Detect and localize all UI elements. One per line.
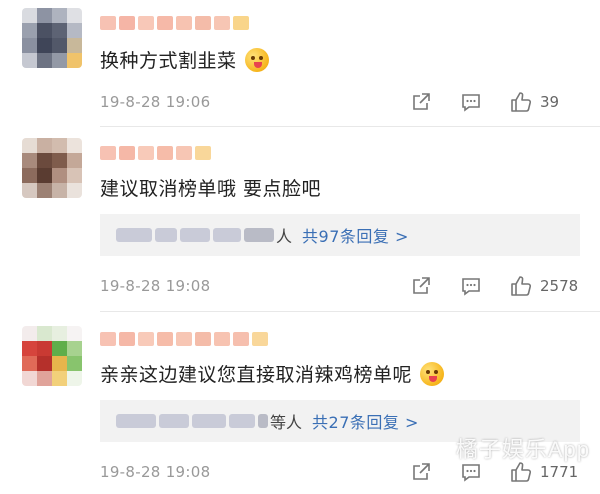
like-icon[interactable] bbox=[510, 275, 532, 297]
watermark: 橘子娱乐App bbox=[455, 437, 590, 462]
comment-actions: 39 bbox=[410, 91, 580, 113]
replier-names-blurred bbox=[116, 414, 268, 428]
reply-suffix: 等人 bbox=[270, 413, 303, 432]
timestamp: 19-8-28 19:06 bbox=[100, 93, 211, 111]
yummy-face-emoji bbox=[244, 47, 269, 72]
comment-actions: 2578 bbox=[410, 275, 580, 297]
comment-text: 换种方式割韭菜 bbox=[100, 46, 269, 73]
view-replies-link[interactable]: 共97条回复 > bbox=[302, 223, 409, 247]
like-icon[interactable] bbox=[510, 461, 532, 483]
like-icon[interactable] bbox=[510, 91, 532, 113]
share-icon[interactable] bbox=[410, 461, 432, 483]
like-count: 39 bbox=[540, 93, 560, 111]
view-replies-link[interactable]: 共27条回复 > bbox=[312, 409, 419, 433]
share-icon[interactable] bbox=[410, 275, 432, 297]
reply-suffix: 人 bbox=[276, 227, 293, 246]
like-count: 1771 bbox=[540, 463, 579, 481]
avatar[interactable] bbox=[22, 8, 82, 68]
comment-text: 亲亲这边建议您直接取消辣鸡榜单呢 bbox=[100, 360, 445, 387]
avatar[interactable] bbox=[22, 138, 82, 198]
like-count: 2578 bbox=[540, 277, 579, 295]
username-blurred[interactable] bbox=[100, 328, 268, 350]
comment-icon[interactable] bbox=[460, 91, 482, 113]
share-icon[interactable] bbox=[410, 91, 432, 113]
avatar[interactable] bbox=[22, 326, 82, 386]
comment-icon[interactable] bbox=[460, 461, 482, 483]
username-blurred[interactable] bbox=[100, 12, 249, 34]
timestamp: 19-8-28 19:08 bbox=[100, 277, 211, 295]
comment-meta: 19-8-28 19:06 39 bbox=[100, 88, 580, 116]
reply-summary[interactable]: 人 共97条回复 > bbox=[100, 214, 580, 256]
divider bbox=[100, 311, 600, 312]
username-blurred[interactable] bbox=[100, 142, 211, 164]
timestamp: 19-8-28 19:08 bbox=[100, 463, 211, 481]
yummy-face-emoji bbox=[420, 361, 445, 386]
comment-meta: 19-8-28 19:08 2578 bbox=[100, 272, 580, 300]
comment-icon[interactable] bbox=[460, 275, 482, 297]
divider bbox=[100, 126, 600, 127]
comment-text: 建议取消榜单哦 要点脸吧 bbox=[100, 178, 322, 200]
replier-names-blurred bbox=[116, 228, 274, 242]
comment-actions: 1771 bbox=[410, 461, 580, 483]
